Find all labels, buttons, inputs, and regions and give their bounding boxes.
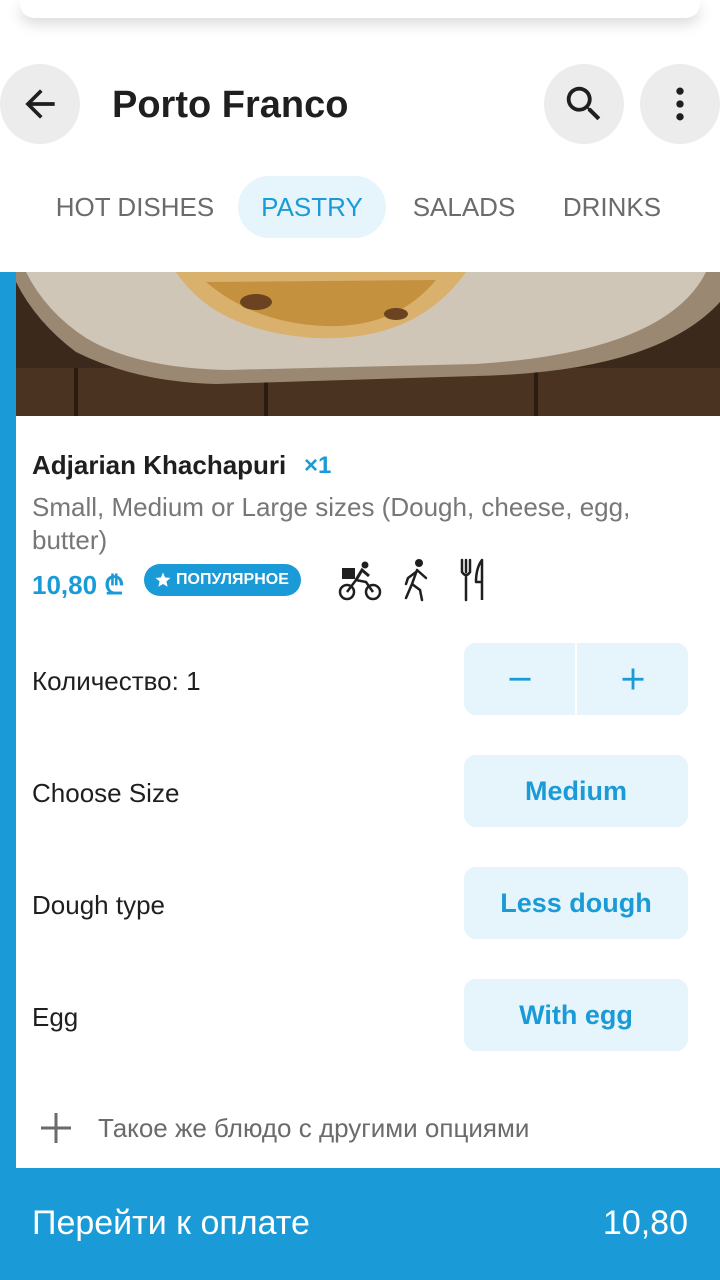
- app-bar: Porto Franco: [0, 62, 720, 150]
- add-same-dish-label: Такое же блюдо с другими опциями: [98, 1112, 530, 1143]
- dish-card-container: Adjarian Khachapuri ×1 Small, Medium or …: [0, 272, 720, 1168]
- previous-sheet-edge: [20, 0, 700, 18]
- checkout-button[interactable]: Перейти к оплате 10,80: [0, 1168, 720, 1280]
- tab-drinks[interactable]: DRINKS: [546, 176, 678, 238]
- checkout-label: Перейти к оплате: [32, 1204, 310, 1242]
- egg-label: Egg: [32, 1002, 79, 1032]
- plus-icon: [622, 668, 643, 690]
- tab-hot-dishes[interactable]: HOT DISHES: [40, 176, 230, 238]
- search-button[interactable]: [544, 64, 624, 144]
- dish-photo: [16, 272, 720, 416]
- takeaway-walk-icon: [404, 559, 428, 602]
- dough-select-button[interactable]: Less dough: [464, 867, 688, 939]
- dish-count: ×1: [304, 452, 332, 479]
- size-select-button[interactable]: Medium: [464, 755, 688, 827]
- page-title: Porto Franco: [112, 84, 349, 126]
- more-vertical-icon: [676, 87, 684, 121]
- size-label: Choose Size: [32, 778, 180, 808]
- popular-badge-label: ПОПУЛЯРНОЕ: [176, 571, 289, 588]
- plus-icon: [41, 1113, 71, 1143]
- dish-card: Adjarian Khachapuri ×1 Small, Medium or …: [16, 272, 720, 1168]
- dish-price: 10,80 ₾: [32, 570, 125, 600]
- minus-icon: [509, 677, 530, 681]
- arrow-left-icon: [25, 89, 55, 119]
- more-options-button[interactable]: [640, 64, 720, 144]
- tab-pastry[interactable]: PASTRY: [238, 176, 386, 238]
- dine-in-cutlery-icon: [460, 558, 484, 602]
- back-button[interactable]: [0, 64, 80, 144]
- quantity-label: Количество: 1: [32, 666, 201, 696]
- dish-description: Small, Medium or Large sizes (Dough, che…: [32, 492, 631, 555]
- dough-label: Dough type: [32, 890, 165, 920]
- delivery-bike-icon: [338, 561, 382, 601]
- dish-name: Adjarian Khachapuri: [32, 450, 287, 480]
- popular-badge: ПОПУЛЯРНОЕ: [144, 564, 301, 596]
- search-icon: [566, 86, 601, 121]
- quantity-stepper: [464, 643, 688, 715]
- star-icon: [155, 572, 171, 587]
- increase-button[interactable]: [577, 643, 688, 715]
- add-same-dish-button[interactable]: Такое же блюдо с другими опциями: [38, 1110, 529, 1146]
- checkout-total: 10,80: [602, 1204, 688, 1242]
- category-tabs: HOT DISHES PASTRY SALADS DRINKS: [0, 176, 720, 238]
- decrease-button[interactable]: [464, 643, 575, 715]
- egg-select-button[interactable]: With egg: [464, 979, 688, 1051]
- tab-salads[interactable]: SALADS: [396, 176, 532, 238]
